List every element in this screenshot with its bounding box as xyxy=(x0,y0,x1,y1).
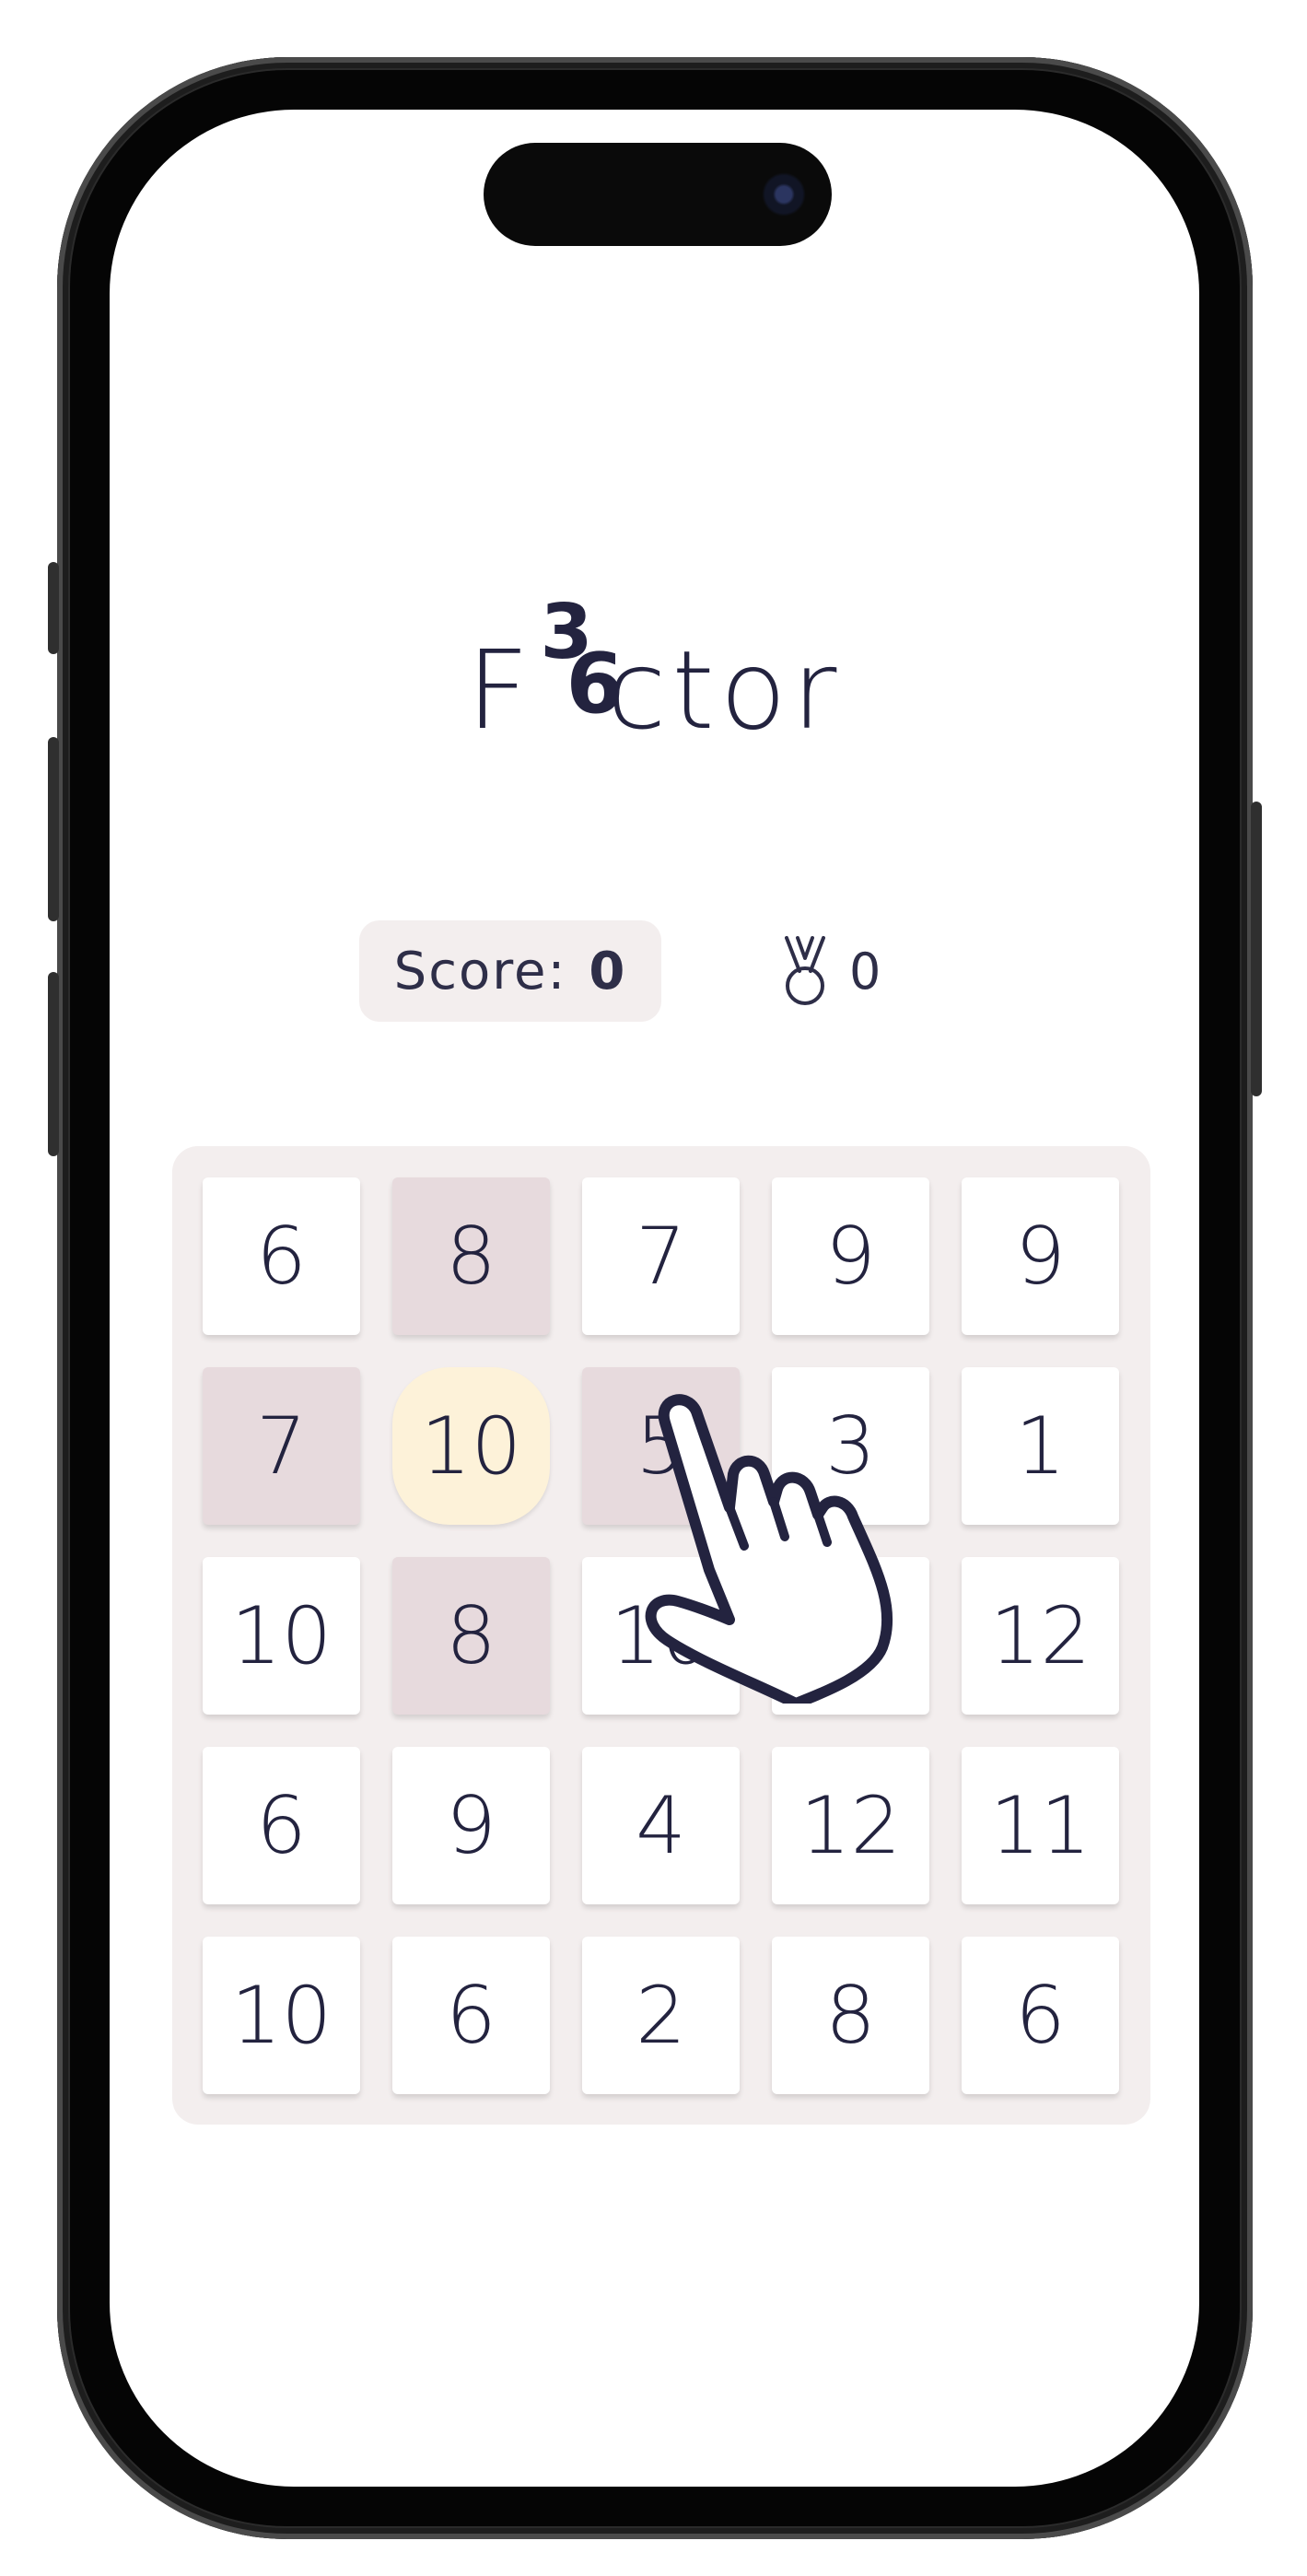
board-tile[interactable]: 6 xyxy=(203,1177,360,1335)
board-tile[interactable]: 10 xyxy=(392,1367,550,1525)
game-board: 6 8 7 9 9 7 10 5 3 1 10 8 10 4 12 6 9 4 12 11 10 6 2 8 6 xyxy=(172,1146,1150,2125)
medal-icon xyxy=(785,936,825,1005)
score-value: 0 xyxy=(589,941,627,1001)
board-tile[interactable]: 9 xyxy=(962,1177,1119,1335)
volume-down-button xyxy=(48,972,59,1156)
board-tile[interactable]: 10 xyxy=(203,1937,360,2094)
board-tile[interactable]: 3 xyxy=(772,1367,929,1525)
board-tile[interactable]: 7 xyxy=(582,1177,740,1335)
volume-up-button xyxy=(48,737,59,921)
board-tile[interactable]: 10 xyxy=(203,1557,360,1715)
best-value: 0 xyxy=(849,942,881,1001)
board-tile[interactable]: 11 xyxy=(962,1747,1119,1904)
title-right: ctor xyxy=(606,626,843,754)
best-score: 0 xyxy=(779,930,881,1013)
app-screen: F 3 6 ctor Score: 0 0 6 8 7 9 9 7 10 5 3 1 10 8 10 4 12 6 9… xyxy=(110,110,1199,2487)
title-stacked-digits: 36 xyxy=(535,591,624,728)
action-button xyxy=(48,562,59,654)
board-tile[interactable]: 12 xyxy=(962,1557,1119,1715)
board-tile[interactable]: 6 xyxy=(392,1937,550,2094)
game-title: F 3 6 ctor xyxy=(110,591,1199,773)
board-tile[interactable]: 9 xyxy=(392,1747,550,1904)
power-button xyxy=(1251,802,1262,1096)
board-tile[interactable]: 2 xyxy=(582,1937,740,2094)
board-tile[interactable]: 4 xyxy=(582,1747,740,1904)
board-tile[interactable]: 7 xyxy=(203,1367,360,1525)
score-label: Score: xyxy=(393,941,567,1001)
board-tile[interactable]: 1 xyxy=(962,1367,1119,1525)
title-subscript: 6 xyxy=(566,636,630,732)
board-tile[interactable]: 6 xyxy=(203,1747,360,1904)
board-tile[interactable]: 8 xyxy=(772,1937,929,2094)
board-tile[interactable]: 8 xyxy=(392,1557,550,1715)
title-left: F xyxy=(466,626,535,754)
score-box: Score: 0 xyxy=(359,920,661,1022)
board-tile[interactable]: 12 xyxy=(772,1747,929,1904)
board-tile[interactable]: 10 xyxy=(582,1557,740,1715)
camera-icon xyxy=(762,172,806,217)
board-tile[interactable]: 8 xyxy=(392,1177,550,1335)
board-tile[interactable]: 4 xyxy=(772,1557,929,1715)
board-tile[interactable]: 9 xyxy=(772,1177,929,1335)
board-tile[interactable]: 6 xyxy=(962,1937,1119,2094)
board-tile[interactable]: 5 xyxy=(582,1367,740,1525)
dynamic-island xyxy=(484,143,832,246)
